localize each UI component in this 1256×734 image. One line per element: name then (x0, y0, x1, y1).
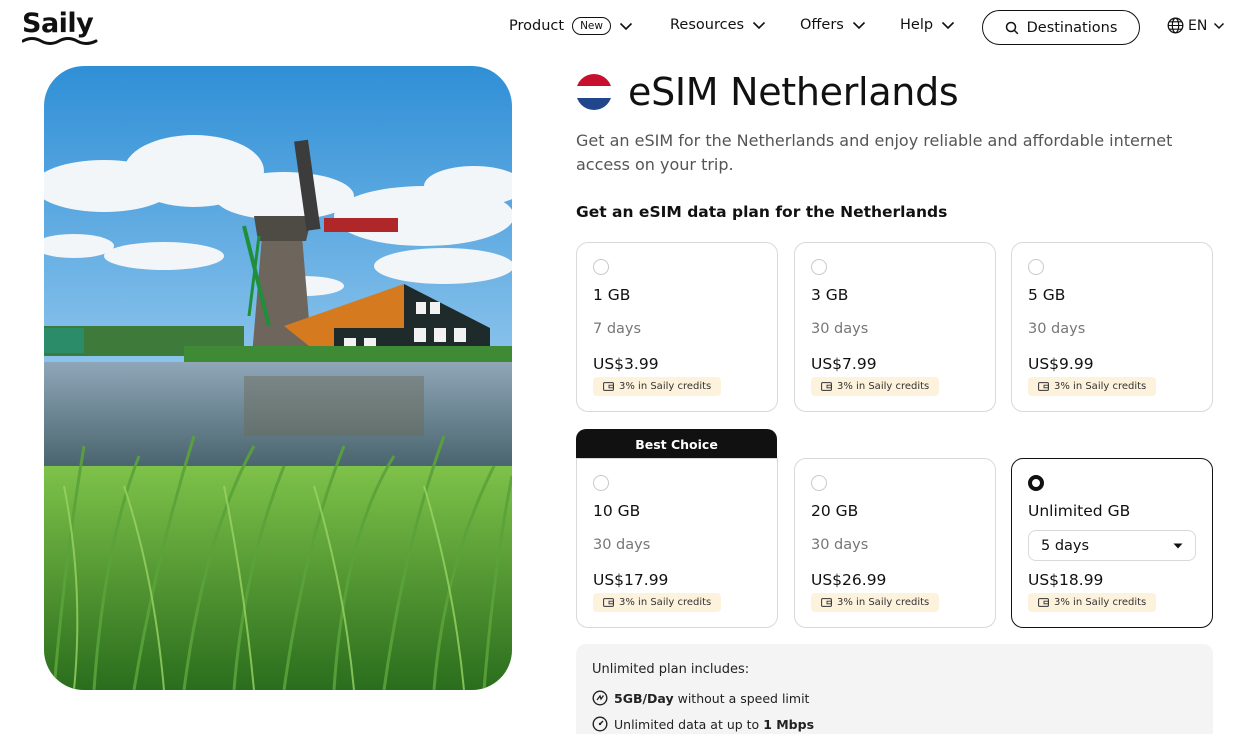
plan-card-10gb[interactable]: 10 GB 30 days US$17.99 3% in Saily credi… (576, 458, 778, 628)
plan-data: 3 GB (811, 286, 849, 304)
includes-item-bold: 5GB/Day (614, 690, 674, 706)
plan-card-20gb[interactable]: 20 GB 30 days US$26.99 3% in Saily credi… (794, 458, 996, 628)
plans-heading: Get an eSIM data plan for the Netherland… (576, 203, 948, 221)
chevron-down-icon (1214, 22, 1225, 29)
chevron-down-icon (619, 22, 633, 30)
plan-radio-selected[interactable] (1028, 475, 1044, 491)
wallet-icon (1038, 598, 1049, 607)
credits-badge: 3% in Saily credits (811, 593, 940, 612)
nav-resources-label: Resources (670, 17, 745, 33)
search-icon (1005, 21, 1018, 34)
plan-duration: 30 days (811, 537, 869, 553)
nav-product-label: Product (509, 18, 565, 34)
plan-price: US$3.99 (593, 355, 659, 373)
plan-data: 10 GB (593, 502, 641, 520)
includes-item-text: Unlimited data at up to (614, 716, 764, 732)
nav-resources[interactable]: Resources (670, 17, 766, 33)
credits-badge: 3% in Saily credits (1028, 377, 1157, 396)
includes-item-bold: 1 Mbps (763, 716, 815, 732)
destinations-button[interactable]: Destinations (982, 10, 1140, 45)
plan-price: US$7.99 (811, 355, 877, 373)
page-title-row: eSIM Netherlands (576, 70, 959, 114)
credits-badge: 3% in Saily credits (593, 593, 722, 612)
globe-icon (1167, 17, 1184, 34)
plan-price: US$9.99 (1028, 355, 1094, 373)
best-choice-tag: Best Choice (576, 429, 777, 459)
caret-down-icon (1173, 543, 1183, 548)
gauge-icon (592, 716, 608, 732)
plan-duration: 7 days (593, 321, 642, 337)
nav-help-label: Help (900, 17, 934, 33)
plan-card-1gb[interactable]: 1 GB 7 days US$3.99 3% in Saily credits (576, 242, 778, 412)
new-badge: New (572, 17, 611, 35)
plan-duration: 30 days (593, 537, 651, 553)
nav-help[interactable]: Help (900, 17, 955, 33)
page-title: eSIM Netherlands (628, 70, 959, 114)
credits-badge: 3% in Saily credits (593, 377, 722, 396)
includes-title: Unlimited plan includes: (592, 662, 750, 677)
includes-item-text: without a speed limit (673, 690, 810, 706)
plan-price: US$18.99 (1028, 571, 1104, 589)
logo-wave-icon (22, 37, 98, 45)
nav-offers[interactable]: Offers (800, 17, 866, 33)
flag-stripe (576, 86, 612, 98)
flag-stripe (576, 98, 612, 110)
duration-select[interactable]: 5 days (1028, 530, 1196, 561)
plan-price: US$17.99 (593, 571, 669, 589)
plan-radio[interactable] (1028, 259, 1044, 275)
plan-card-3gb[interactable]: 3 GB 30 days US$7.99 3% in Saily credits (794, 242, 996, 412)
credits-label: 3% in Saily credits (1054, 597, 1147, 608)
netherlands-flag-icon (576, 74, 612, 110)
plan-card-5gb[interactable]: 5 GB 30 days US$9.99 3% in Saily credits (1011, 242, 1213, 412)
site-header: Saily Product New Resources Offers Help … (0, 0, 1256, 56)
credits-label: 3% in Saily credits (619, 381, 712, 392)
wallet-icon (603, 598, 614, 607)
includes-item-unlimited: Unlimited data at up to 1 Mbps (592, 716, 814, 732)
plan-data: 1 GB (593, 286, 631, 304)
plan-data: 20 GB (811, 502, 859, 520)
plan-radio[interactable] (593, 475, 609, 491)
language-selector[interactable]: EN (1167, 17, 1225, 34)
plan-duration: 30 days (811, 321, 869, 337)
plan-card-unlimited[interactable]: Unlimited GB 5 days US$18.99 3% in Saily… (1011, 458, 1213, 628)
hero-image (44, 66, 512, 690)
credits-label: 3% in Saily credits (837, 381, 930, 392)
credits-badge: 3% in Saily credits (1028, 593, 1157, 612)
plan-data: Unlimited GB (1028, 502, 1131, 520)
plan-data: 5 GB (1028, 286, 1066, 304)
credits-label: 3% in Saily credits (1054, 381, 1147, 392)
plan-price: US$26.99 (811, 571, 887, 589)
chevron-down-icon (941, 21, 955, 29)
destinations-label: Destinations (1026, 19, 1118, 36)
wallet-icon (821, 382, 832, 391)
nav-product[interactable]: Product New (509, 17, 633, 35)
plan-radio[interactable] (811, 259, 827, 275)
language-label: EN (1188, 17, 1208, 34)
wallet-icon (1038, 382, 1049, 391)
chevron-down-icon (752, 21, 766, 29)
speed-icon (592, 690, 608, 706)
credits-badge: 3% in Saily credits (811, 377, 940, 396)
credits-label: 3% in Saily credits (837, 597, 930, 608)
wallet-icon (603, 382, 614, 391)
windmill-landscape-photo (44, 66, 512, 690)
credits-label: 3% in Saily credits (619, 597, 712, 608)
plan-radio[interactable] (811, 475, 827, 491)
includes-item-speed: 5GB/Day without a speed limit (592, 690, 809, 706)
plan-duration: 30 days (1028, 321, 1086, 337)
plan-radio[interactable] (593, 259, 609, 275)
duration-select-value: 5 days (1041, 537, 1090, 554)
unlimited-includes-panel: Unlimited plan includes: 5GB/Day without… (576, 644, 1213, 734)
nav-offers-label: Offers (800, 17, 844, 33)
wallet-icon (821, 598, 832, 607)
flag-stripe (576, 74, 612, 86)
page-subtitle: Get an eSIM for the Netherlands and enjo… (576, 131, 1173, 174)
saily-logo[interactable]: Saily (22, 8, 94, 39)
chevron-down-icon (852, 21, 865, 29)
